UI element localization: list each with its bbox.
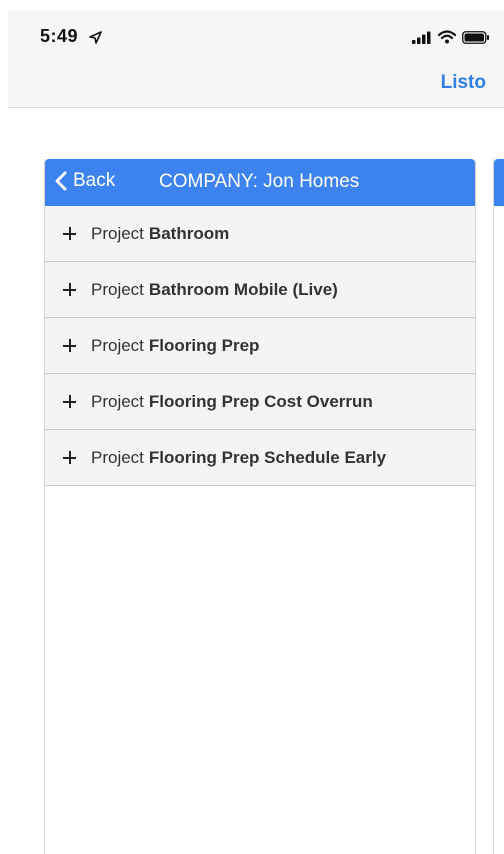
project-item-name: Bathroom: [148, 223, 230, 243]
project-item-prefix: Project: [91, 391, 144, 411]
app-screen: 5:49 Listo Back COMPANY: Jon Homes Proje…: [0, 0, 504, 854]
project-list-item[interactable]: Project Bathroom Mobile (Live): [45, 262, 475, 318]
project-list-item[interactable]: Project Flooring Prep: [45, 318, 475, 374]
project-item-name: Flooring Prep Cost Overrun: [148, 391, 373, 411]
project-item-prefix: Project: [91, 279, 144, 299]
project-item-prefix: Project: [91, 335, 144, 355]
panel-header: Back COMPANY: Jon Homes: [45, 159, 475, 206]
plus-icon: [63, 451, 76, 464]
signal-icon: [412, 31, 431, 44]
chevron-left-icon: [55, 171, 67, 191]
project-list: Project Bathroom Project Bathroom Mobile…: [45, 206, 475, 486]
status-time-text: 5:49: [40, 26, 79, 46]
status-bar: 5:49: [8, 10, 504, 60]
plus-icon: [63, 227, 76, 240]
back-button[interactable]: Back: [55, 170, 115, 192]
project-item-prefix: Project: [91, 223, 144, 243]
project-item-prefix: Project: [91, 447, 144, 467]
project-list-item[interactable]: Project Flooring Prep Cost Overrun: [45, 374, 475, 430]
plus-icon: [63, 283, 76, 296]
plus-icon: [63, 395, 76, 408]
location-arrow-icon: [88, 30, 102, 44]
project-item-name: Bathroom Mobile (Live): [148, 279, 338, 299]
status-time: 5:49: [40, 26, 102, 47]
project-list-item[interactable]: Project Flooring Prep Schedule Early: [45, 430, 475, 486]
back-label: Back: [73, 170, 116, 191]
project-item-name: Flooring Prep Schedule Early: [148, 447, 387, 467]
next-panel-header: [494, 159, 504, 206]
project-item-name: Flooring Prep: [148, 335, 260, 355]
wifi-icon: [438, 30, 456, 44]
next-panel-edge: [493, 159, 504, 854]
company-panel: Back COMPANY: Jon Homes Project Bathroom…: [44, 159, 476, 854]
plus-icon: [63, 339, 76, 352]
status-icons: [412, 30, 490, 44]
done-button[interactable]: Listo: [441, 72, 486, 94]
battery-icon: [462, 30, 489, 44]
panel-title: COMPANY: Jon Homes: [159, 171, 360, 192]
project-list-item[interactable]: Project Bathroom: [45, 206, 475, 262]
nav-bar: Listo: [8, 60, 504, 108]
